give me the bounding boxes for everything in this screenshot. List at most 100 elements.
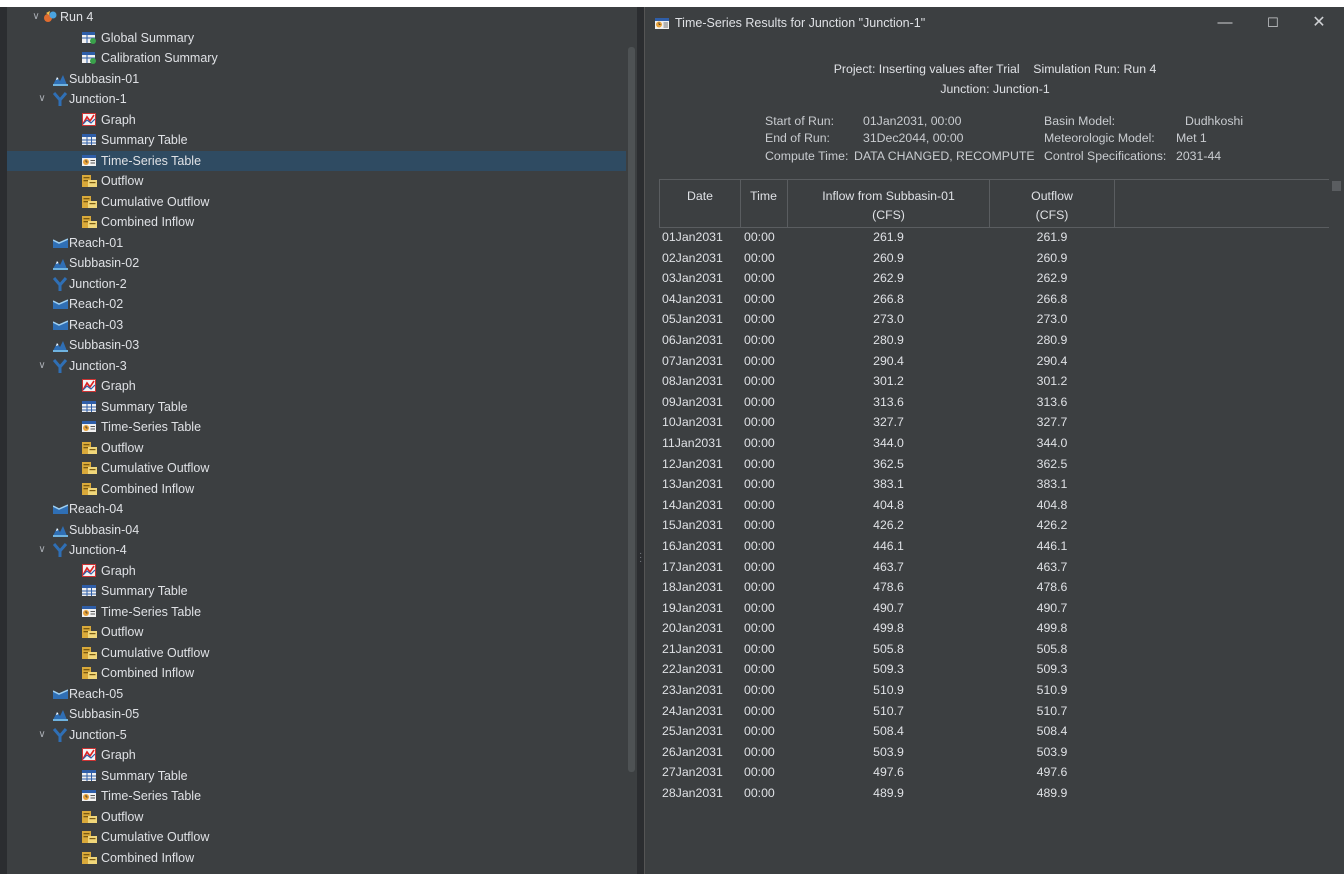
table-row[interactable]: 17Jan2031 00:00 463.7 463.7	[659, 557, 1329, 578]
tree-item[interactable]: Combined Inflow	[7, 479, 626, 500]
date-cell: 08Jan2031	[662, 374, 723, 389]
close-button[interactable]: ✕	[1297, 7, 1341, 39]
table-row[interactable]: 23Jan2031 00:00 510.9 510.9	[659, 680, 1329, 701]
chevron-down-icon[interactable]: ∨	[37, 89, 47, 110]
tree-item[interactable]: Outflow	[7, 171, 626, 192]
tree-item[interactable]: Subbasin-05	[7, 704, 626, 725]
table-row[interactable]: 21Jan2031 00:00 505.8 505.8	[659, 639, 1329, 660]
chevron-down-icon[interactable]: ∨	[37, 540, 47, 561]
tree-item[interactable]: ∨ Junction-5	[7, 725, 626, 746]
chevron-down-icon[interactable]: ∨	[37, 725, 47, 746]
column-header-outflow[interactable]: Outflow (CFS)	[990, 180, 1115, 227]
tree-scrollbar[interactable]	[626, 7, 637, 874]
tree-item[interactable]: Outflow	[7, 807, 626, 828]
tree-item[interactable]: Graph	[7, 110, 626, 131]
tree-item-label: Summary Table	[101, 133, 188, 147]
tree-item[interactable]: Subbasin-02	[7, 253, 626, 274]
tree-item[interactable]: Cumulative Outflow	[7, 643, 626, 664]
table-row[interactable]: 05Jan2031 00:00 273.0 273.0	[659, 309, 1329, 330]
tree-item[interactable]: Cumulative Outflow	[7, 458, 626, 479]
tree-item[interactable]: Combined Inflow	[7, 212, 626, 233]
table-row[interactable]: 24Jan2031 00:00 510.7 510.7	[659, 701, 1329, 722]
column-header-date[interactable]: Date	[659, 180, 741, 227]
table-row[interactable]: 09Jan2031 00:00 313.6 313.6	[659, 392, 1329, 413]
tree-item[interactable]: Summary Table	[7, 130, 626, 151]
junction-line: Junction: Junction-1	[940, 82, 1050, 96]
tree-item[interactable]: Global Summary	[7, 28, 626, 49]
splitter-grip-icon[interactable]: · · ·	[639, 549, 642, 572]
inflow-cell: 510.7	[873, 703, 904, 718]
inflow-cell: 497.6	[873, 765, 904, 780]
tree-item[interactable]: Graph	[7, 376, 626, 397]
tree-item[interactable]: Combined Inflow	[7, 663, 626, 684]
tree-item[interactable]: Reach-01	[7, 233, 626, 254]
table-row[interactable]: 27Jan2031 00:00 497.6 497.6	[659, 762, 1329, 783]
tree-item[interactable]: Time-Series Table	[7, 602, 626, 623]
tree-item[interactable]: Reach-03	[7, 315, 626, 336]
table-row[interactable]: 14Jan2031 00:00 404.8 404.8	[659, 495, 1329, 516]
tree-item[interactable]: ∨ Junction-1	[7, 89, 626, 110]
chevron-down-icon[interactable]: ∨	[37, 356, 47, 377]
table-row[interactable]: 22Jan2031 00:00 509.3 509.3	[659, 659, 1329, 680]
tree-item[interactable]: Cumulative Outflow	[7, 192, 626, 213]
tree-item[interactable]: Summary Table	[7, 581, 626, 602]
table-scrollbar-thumb[interactable]	[1332, 181, 1341, 191]
table-row[interactable]: 13Jan2031 00:00 383.1 383.1	[659, 474, 1329, 495]
tree-item[interactable]: Graph	[7, 561, 626, 582]
tree-item[interactable]: Outflow	[7, 622, 626, 643]
tree-item[interactable]: ∨ Junction-4	[7, 540, 626, 561]
table-row[interactable]: 04Jan2031 00:00 266.8 266.8	[659, 289, 1329, 310]
tree-item[interactable]: Time-Series Table	[7, 417, 626, 438]
table-row[interactable]: 15Jan2031 00:00 426.2 426.2	[659, 515, 1329, 536]
table-row[interactable]: 20Jan2031 00:00 499.8 499.8	[659, 618, 1329, 639]
tree-item[interactable]: ∨ Junction-3	[7, 356, 626, 377]
tree-item[interactable]: Time-Series Table	[7, 150, 626, 171]
table-row[interactable]: 08Jan2031 00:00 301.2 301.2	[659, 371, 1329, 392]
time-series-table: Date Time Inflow from Subbasin-01 (CFS) …	[659, 179, 1343, 874]
tree-item[interactable]: Cumulative Outflow	[7, 827, 626, 848]
table-row[interactable]: 16Jan2031 00:00 446.1 446.1	[659, 536, 1329, 557]
tree-item[interactable]: Calibration Summary	[7, 48, 626, 69]
tree-item[interactable]: Subbasin-04	[7, 520, 626, 541]
window-titlebar[interactable]: Time-Series Results for Junction "Juncti…	[645, 7, 1344, 39]
table-row[interactable]: 03Jan2031 00:00 262.9 262.9	[659, 268, 1329, 289]
table-row[interactable]: 02Jan2031 00:00 260.9 260.9	[659, 248, 1329, 269]
junction-icon	[52, 727, 68, 742]
tree-item[interactable]: Reach-04	[7, 499, 626, 520]
column-header-time[interactable]: Time	[740, 180, 788, 227]
tree-item[interactable]: ∨ Run 4	[7, 7, 626, 28]
panel-splitter[interactable]: · · ·	[637, 7, 644, 874]
column-header-inflow[interactable]: Inflow from Subbasin-01 (CFS)	[788, 180, 990, 227]
table-row[interactable]: 12Jan2031 00:00 362.5 362.5	[659, 454, 1329, 475]
minimize-button[interactable]: —	[1203, 7, 1247, 39]
table-row[interactable]: 07Jan2031 00:00 290.4 290.4	[659, 351, 1329, 372]
tree-item[interactable]: Summary Table	[7, 766, 626, 787]
table-row[interactable]: 28Jan2031 00:00 489.9 489.9	[659, 783, 1329, 804]
tree-item[interactable]: Combined Inflow	[7, 848, 626, 869]
tree-item[interactable]: Reach-05	[7, 684, 626, 705]
chevron-down-icon[interactable]: ∨	[31, 7, 41, 28]
tree-item[interactable]: Outflow	[7, 438, 626, 459]
table-row[interactable]: 26Jan2031 00:00 503.9 503.9	[659, 742, 1329, 763]
table-row[interactable]: 25Jan2031 00:00 508.4 508.4	[659, 721, 1329, 742]
tree-item[interactable]: Junction-2	[7, 274, 626, 295]
time-cell: 00:00	[744, 415, 775, 430]
table-scrollbar[interactable]	[1330, 179, 1343, 874]
tree-scrollbar-thumb[interactable]	[628, 47, 635, 772]
table-row[interactable]: 18Jan2031 00:00 478.6 478.6	[659, 577, 1329, 598]
table-row[interactable]: 11Jan2031 00:00 344.0 344.0	[659, 433, 1329, 454]
maximize-button[interactable]: ☐	[1251, 7, 1295, 39]
table-row[interactable]: 06Jan2031 00:00 280.9 280.9	[659, 330, 1329, 351]
tree-item[interactable]: Subbasin-03	[7, 335, 626, 356]
table-row[interactable]: 10Jan2031 00:00 327.7 327.7	[659, 412, 1329, 433]
tree-item[interactable]: Subbasin-01	[7, 69, 626, 90]
tree-item[interactable]: Summary Table	[7, 397, 626, 418]
outflow-cell: 505.8	[1036, 641, 1068, 656]
table-row[interactable]: 19Jan2031 00:00 490.7 490.7	[659, 598, 1329, 619]
tree-item[interactable]: Reach-02	[7, 294, 626, 315]
date-cell: 07Jan2031	[662, 353, 723, 368]
tree-item-label: Outflow	[101, 625, 144, 639]
tree-item[interactable]: Graph	[7, 745, 626, 766]
table-row[interactable]: 01Jan2031 00:00 261.9 261.9	[659, 227, 1329, 248]
tree-item[interactable]: Time-Series Table	[7, 786, 626, 807]
